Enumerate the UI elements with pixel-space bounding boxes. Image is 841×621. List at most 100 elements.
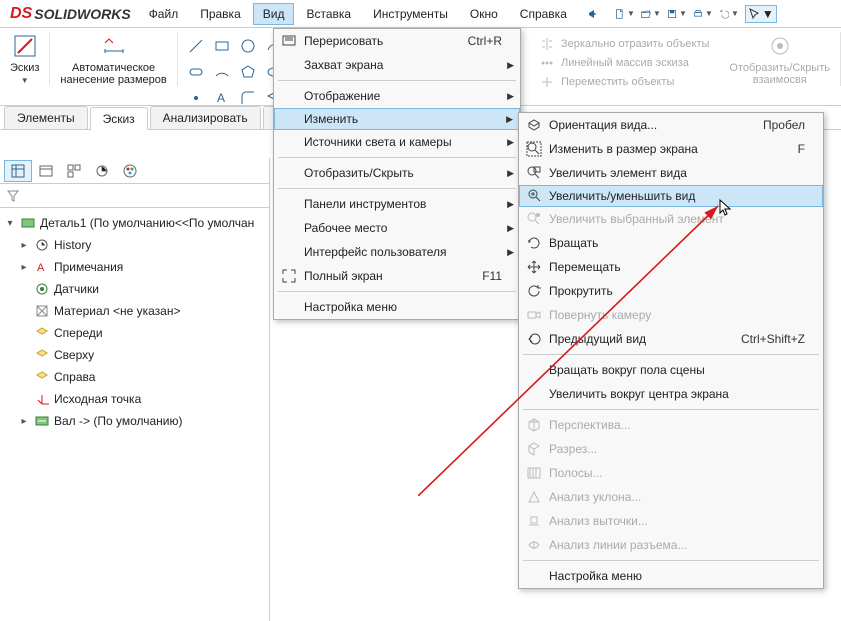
menu-item-label: Увеличить элемент вида — [549, 166, 687, 180]
menu-view[interactable]: Вид — [253, 3, 295, 25]
menu-item: Анализ уклона... — [519, 485, 823, 509]
menu-item: Полосы... — [519, 461, 823, 485]
tab-sketch[interactable]: Эскиз — [90, 107, 148, 130]
menu-item[interactable]: Увеличить элемент вида — [519, 161, 823, 185]
menu-item[interactable]: Перемещать — [519, 255, 823, 279]
tree-top[interactable]: Сверху — [0, 344, 269, 366]
menu-item[interactable]: Отображение▶ — [274, 84, 520, 108]
rect-tool-icon[interactable] — [210, 34, 234, 58]
ribbon-sketch[interactable]: Эскиз ▼ — [0, 32, 50, 85]
arc-tool-icon[interactable] — [210, 60, 234, 84]
menu-item-label: Повернуть камеру — [549, 308, 651, 322]
feature-tree-panel: ▾ Деталь1 (По умолчанию<<По умолчан ▸His… — [0, 158, 270, 621]
tab-evaluate[interactable]: Анализировать — [150, 106, 261, 129]
menu-item[interactable]: Отобразить/Скрыть▶ — [274, 161, 520, 185]
part-icon — [20, 215, 36, 231]
zoom-icon — [526, 187, 544, 205]
circle-tool-icon[interactable] — [236, 34, 260, 58]
ribbon-showhide-label: Отобразить/Скрыть взаимосвя — [729, 62, 830, 86]
menu-shortcut: F — [798, 142, 805, 156]
menu-item[interactable]: Изменить▶ — [274, 108, 520, 130]
menu-separator — [278, 291, 516, 292]
sketch-icon — [11, 32, 39, 60]
menu-item[interactable]: Увеличить вокруг центра экрана — [519, 382, 823, 406]
menu-window[interactable]: Окно — [460, 3, 508, 25]
menu-item[interactable]: Полный экранF11 — [274, 264, 520, 288]
menu-file[interactable]: Файл — [139, 3, 189, 25]
expand-icon[interactable]: ▾ — [4, 218, 16, 229]
menu-item[interactable]: Увеличить/уменьшить вид — [519, 185, 823, 207]
pin-icon[interactable] — [579, 8, 607, 20]
tree-front[interactable]: Спереди — [0, 322, 269, 344]
tree-annotations[interactable]: ▸AПримечания — [0, 256, 269, 278]
menu-item[interactable]: Источники света и камеры▶ — [274, 130, 520, 154]
origin-icon — [34, 391, 50, 407]
autodim-icon — [100, 32, 128, 60]
menu-item[interactable]: Рабочее место▶ — [274, 216, 520, 240]
menu-item[interactable]: Захват экрана▶ — [274, 53, 520, 77]
menu-item-label: Настройка меню — [304, 300, 397, 314]
tree-sensors[interactable]: Датчики — [0, 278, 269, 300]
fullscreen-icon — [280, 267, 298, 285]
menu-item[interactable]: Интерфейс пользователя▶ — [274, 240, 520, 264]
menu-item-label: Анализ линии разъема... — [549, 538, 687, 552]
menu-item[interactable]: Панели инструментов▶ — [274, 192, 520, 216]
menu-item[interactable]: Вращать — [519, 231, 823, 255]
menu-item[interactable]: Вращать вокруг пола сцены — [519, 358, 823, 382]
menu-item[interactable]: Предыдущий видCtrl+Shift+Z — [519, 327, 823, 351]
menu-item[interactable]: Ориентация вида... Пробел — [519, 113, 823, 137]
menu-item[interactable]: ПерерисоватьCtrl+R — [274, 29, 520, 53]
menu-item-label: Полосы... — [549, 466, 602, 480]
new-file-icon[interactable]: ▼ — [615, 4, 635, 24]
menu-item[interactable]: Настройка меню — [274, 295, 520, 319]
tree-tab-config[interactable] — [60, 160, 88, 182]
menu-item-label: Рабочее место — [304, 221, 387, 235]
line-tool-icon[interactable] — [184, 34, 208, 58]
annotations-icon: A — [34, 259, 50, 275]
select-tool-icon[interactable]: ▼ — [745, 5, 777, 23]
menu-separator — [523, 560, 819, 561]
menu-edit[interactable]: Правка — [190, 3, 251, 25]
slot-tool-icon[interactable] — [184, 60, 208, 84]
menu-item: Анализ выточки... — [519, 509, 823, 533]
tree-material[interactable]: Материал <не указан> — [0, 300, 269, 322]
material-icon — [34, 303, 50, 319]
undo-icon[interactable]: ▼ — [719, 4, 739, 24]
menu-item-label: Захват экрана — [304, 58, 383, 72]
menu-item: Увеличить выбранный элемент — [519, 207, 823, 231]
print-icon[interactable]: ▼ — [693, 4, 713, 24]
menu-item: Разрез... — [519, 437, 823, 461]
menu-separator — [278, 157, 516, 158]
pan-icon — [525, 258, 543, 276]
tree-filter[interactable] — [0, 184, 269, 208]
tree-root[interactable]: ▾ Деталь1 (По умолчанию<<По умолчан — [0, 212, 269, 234]
tree-panel-tabs — [0, 158, 269, 184]
feature-tree: ▾ Деталь1 (По умолчанию<<По умолчан ▸His… — [0, 208, 269, 436]
view-menu: ПерерисоватьCtrl+RЗахват экрана▶ Отображе… — [273, 28, 521, 320]
menu-item[interactable]: Изменить в размер экранаF — [519, 137, 823, 161]
menu-tools[interactable]: Инструменты — [363, 3, 458, 25]
tree-shaft[interactable]: ▸Вал -> (По умолчанию) — [0, 410, 269, 432]
menu-item[interactable]: Настройка меню — [519, 564, 823, 588]
open-file-icon[interactable]: ▼ — [641, 4, 661, 24]
menu-help[interactable]: Справка — [510, 3, 577, 25]
menu-item[interactable]: Прокрутить — [519, 279, 823, 303]
persp-icon — [525, 416, 543, 434]
poly-tool-icon[interactable] — [236, 60, 260, 84]
menu-item-label: Вращать — [549, 236, 598, 250]
tree-right[interactable]: Справа — [0, 366, 269, 388]
tree-tab-appearance[interactable] — [116, 160, 144, 182]
ribbon-autodim[interactable]: Автоматическое нанесение размеров — [50, 32, 177, 86]
menu-shortcut: Пробел — [763, 118, 805, 132]
tree-origin[interactable]: Исходная точка — [0, 388, 269, 410]
tree-history[interactable]: ▸History — [0, 234, 269, 256]
save-icon[interactable]: ▼ — [667, 4, 687, 24]
menu-item-label: Отобразить/Скрыть — [304, 166, 414, 180]
tree-tab-property[interactable] — [32, 160, 60, 182]
tree-tab-feature[interactable] — [4, 160, 32, 182]
menu-item-label: Ориентация вида... — [549, 118, 657, 132]
menu-insert[interactable]: Вставка — [296, 3, 361, 25]
tree-tab-dim[interactable] — [88, 160, 116, 182]
tab-features[interactable]: Элементы — [4, 106, 88, 129]
menu-item-label: Прокрутить — [549, 284, 613, 298]
